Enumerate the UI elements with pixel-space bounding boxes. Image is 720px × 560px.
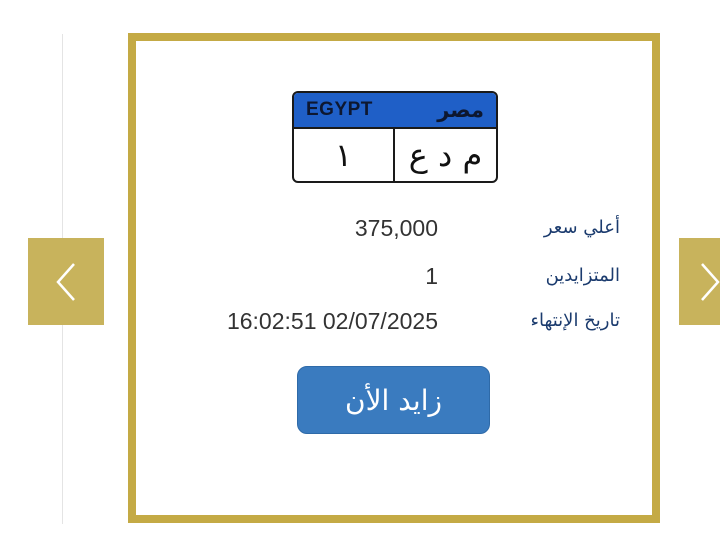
plate-auction-card: EGYPT مصر ١ م د ع أعلي سعر 375,000 المتز… <box>128 33 660 523</box>
end-date-value: 16:02:51 02/07/2025 <box>226 308 438 334</box>
bidders-count-value: 1 <box>425 263 438 289</box>
chevron-right-icon <box>701 262 720 301</box>
highest-price-value: 375,000 <box>354 215 438 241</box>
highest-price-label: أعلي سعر <box>543 217 620 238</box>
plate-country-english: EGYPT <box>306 99 373 120</box>
auction-carousel: EGYPT مصر ١ م د ع أعلي سعر 375,000 المتز… <box>0 0 720 560</box>
end-date-label: تاريخ الإنتهاء <box>530 310 621 331</box>
bidders-count-label: المتزايدين <box>545 265 620 286</box>
next-slide-button[interactable] <box>679 238 720 325</box>
bidders-count-row: المتزايدين 1 <box>136 263 652 295</box>
chevron-left-icon <box>56 262 75 301</box>
license-plate: EGYPT مصر ١ م د ع <box>292 91 498 183</box>
plate-header: EGYPT مصر <box>294 93 496 129</box>
end-date-row: تاريخ الإنتهاء 16:02:51 02/07/2025 <box>136 308 652 340</box>
plate-country-arabic: مصر <box>437 98 484 122</box>
bid-now-button[interactable]: زايد الأن <box>297 366 490 434</box>
plate-numbers: ١ <box>294 129 395 181</box>
plate-body: ١ م د ع <box>294 129 496 181</box>
highest-price-row: أعلي سعر 375,000 <box>136 215 652 247</box>
plate-letters: م د ع <box>408 136 483 174</box>
previous-slide-button[interactable] <box>28 238 104 325</box>
